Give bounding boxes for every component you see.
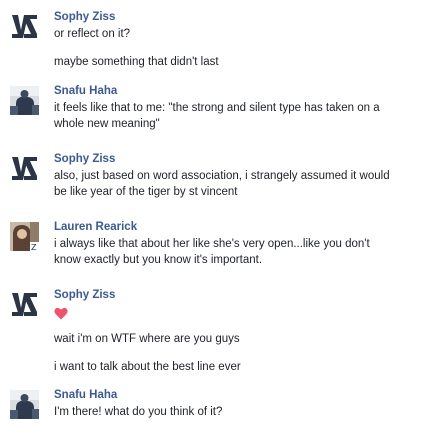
- message-text: also, just based on word association, i …: [54, 170, 390, 182]
- message-text: maybe something that didn't last: [54, 56, 219, 68]
- message-text: i always like that about her like she's …: [54, 238, 370, 250]
- sender-name[interactable]: Lauren Rearick: [54, 220, 137, 234]
- sophy-avatar-icon[interactable]: [10, 290, 39, 319]
- sender-name[interactable]: Sophy Ziss: [54, 10, 115, 24]
- message-text: know exactly but you know it's important…: [54, 254, 263, 266]
- snafu-avatar-icon[interactable]: [10, 86, 39, 115]
- message-text: or reflect on it?: [54, 28, 131, 40]
- message-text: whole new meaning": [54, 118, 160, 130]
- lauren-avatar-icon[interactable]: Z: [10, 222, 39, 251]
- snafu-avatar-icon[interactable]: [10, 390, 39, 419]
- sender-name[interactable]: Sophy Ziss: [54, 152, 115, 166]
- sophy-avatar-icon[interactable]: [10, 12, 39, 41]
- message-text: I'm there! what do you think of it?: [54, 406, 223, 418]
- sender-name[interactable]: Snafu Haha: [54, 84, 117, 98]
- sophy-avatar-icon[interactable]: [10, 154, 39, 183]
- sender-name[interactable]: Snafu Haha: [54, 388, 117, 402]
- sender-name[interactable]: Sophy Ziss: [54, 288, 115, 302]
- message-text: wait i'm on WTF where are you guys: [54, 333, 240, 345]
- message-text: be like year of the tiger by st vincent: [54, 186, 238, 198]
- message-text: it feels like that to me: "the strong an…: [54, 102, 380, 114]
- message-text: i want to talk about the best line ever: [54, 361, 241, 373]
- heart-icon: [54, 307, 68, 320]
- chat-conversation: Sophy Ziss or reflect on it? maybe somet…: [0, 0, 437, 432]
- svg-text:Z: Z: [31, 243, 37, 251]
